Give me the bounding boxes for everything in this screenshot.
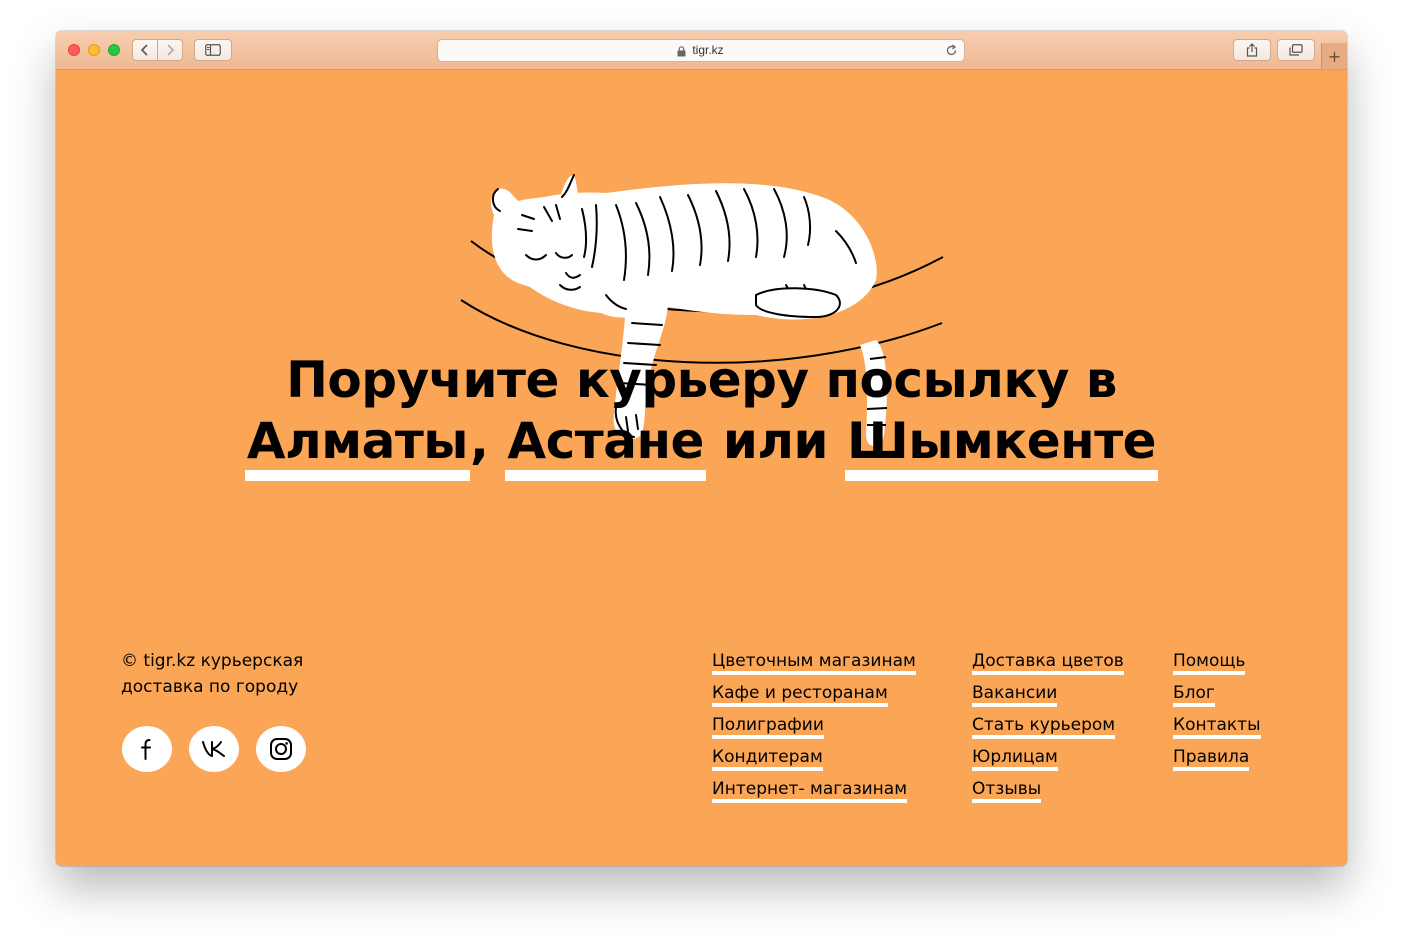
- chevron-right-icon: [167, 44, 175, 56]
- footer-link[interactable]: Полиграфии: [712, 714, 916, 739]
- facebook-icon: [141, 739, 151, 760]
- footer-link[interactable]: Кондитерам: [712, 746, 916, 771]
- forward-button[interactable]: [157, 39, 183, 61]
- minimize-window-button[interactable]: [88, 44, 100, 56]
- footer-link-label: Блог: [1173, 683, 1215, 707]
- vk-link[interactable]: [189, 726, 239, 772]
- footer-link[interactable]: Блог: [1173, 682, 1261, 707]
- footer-link-label: Юрлицам: [972, 747, 1058, 771]
- address-bar[interactable]: tigr.kz: [437, 39, 965, 62]
- new-tab-button[interactable]: +: [1321, 43, 1347, 69]
- zoom-window-button[interactable]: [108, 44, 120, 56]
- footer-link[interactable]: Вакансии: [972, 682, 1124, 707]
- hero-separator: или: [705, 412, 845, 470]
- footer-link[interactable]: Контакты: [1173, 714, 1261, 739]
- sidebar-toggle-button[interactable]: [194, 39, 232, 61]
- chevron-left-icon: [140, 44, 148, 56]
- hero-headline: Поручите курьеру посылку в Алматы, Астан…: [56, 350, 1347, 481]
- footer-link-label: Правила: [1173, 747, 1250, 771]
- footer-link[interactable]: Цветочным магазинам: [712, 650, 916, 675]
- city-link-shymkent[interactable]: Шымкенте: [844, 412, 1159, 481]
- footer-link-label: Отзывы: [972, 779, 1042, 803]
- footer-link-label: Кондитерам: [712, 747, 823, 771]
- browser-toolbar: tigr.kz +: [56, 31, 1347, 70]
- footer-link-label: Кафе и ресторанам: [712, 683, 888, 707]
- footer-link[interactable]: Доставка цветов: [972, 650, 1124, 675]
- city-link-astana[interactable]: Астане: [505, 412, 706, 481]
- footer-link[interactable]: Правила: [1173, 746, 1261, 771]
- facebook-link[interactable]: [122, 726, 172, 772]
- footer-link-label: Доставка цветов: [972, 651, 1124, 675]
- browser-window: tigr.kz + Поручите курьеру посылку в Алм…: [56, 31, 1347, 866]
- share-icon: [1246, 43, 1258, 57]
- close-window-button[interactable]: [68, 44, 80, 56]
- reload-icon[interactable]: [945, 44, 958, 57]
- copyright-text: © tigr.kz курьерская доставка по городу: [121, 651, 304, 697]
- hero-line-2: Алматы, Астане или Шымкенте: [56, 411, 1347, 481]
- footer-link[interactable]: Интернет- магазинам: [712, 778, 916, 803]
- page-content: Поручите курьеру посылку в Алматы, Астан…: [56, 70, 1347, 866]
- footer-link[interactable]: Помощь: [1173, 650, 1261, 675]
- footer-link-label: Вакансии: [972, 683, 1058, 707]
- share-button[interactable]: [1233, 39, 1271, 61]
- hero-separator: ,: [470, 412, 506, 470]
- address-url: tigr.kz: [692, 43, 724, 57]
- vk-icon: [202, 741, 225, 757]
- instagram-icon: [270, 738, 292, 760]
- footer-link-label: Стать курьером: [972, 715, 1116, 739]
- footer-link[interactable]: Стать курьером: [972, 714, 1124, 739]
- footer-column-services: Цветочным магазинам Кафе и ресторанам Поли…: [712, 650, 916, 810]
- city-link-almaty[interactable]: Алматы: [244, 412, 471, 481]
- footer-link-label: Цветочным магазинам: [712, 651, 916, 675]
- tabs-overview-button[interactable]: [1277, 39, 1315, 61]
- footer-column-company: Доставка цветов Вакансии Стать курьером Юрл…: [972, 650, 1124, 810]
- footer-link[interactable]: Кафе и ресторанам: [712, 682, 916, 707]
- tabs-icon: [1289, 44, 1303, 56]
- footer-link-label: Помощь: [1173, 651, 1246, 675]
- footer-link-label: Полиграфии: [712, 715, 824, 739]
- footer-link-label: Контакты: [1173, 715, 1261, 739]
- social-links: [122, 726, 306, 772]
- back-button[interactable]: [132, 39, 158, 61]
- footer-link[interactable]: Отзывы: [972, 778, 1124, 803]
- sidebar-icon: [205, 44, 221, 56]
- footer-link[interactable]: Юрлицам: [972, 746, 1124, 771]
- footer-column-help: Помощь Блог Контакты Правила: [1173, 650, 1261, 778]
- hero-line-1: Поручите курьеру посылку в: [286, 351, 1117, 409]
- instagram-link[interactable]: [256, 726, 306, 772]
- footer-link-label: Интернет- магазинам: [712, 779, 908, 803]
